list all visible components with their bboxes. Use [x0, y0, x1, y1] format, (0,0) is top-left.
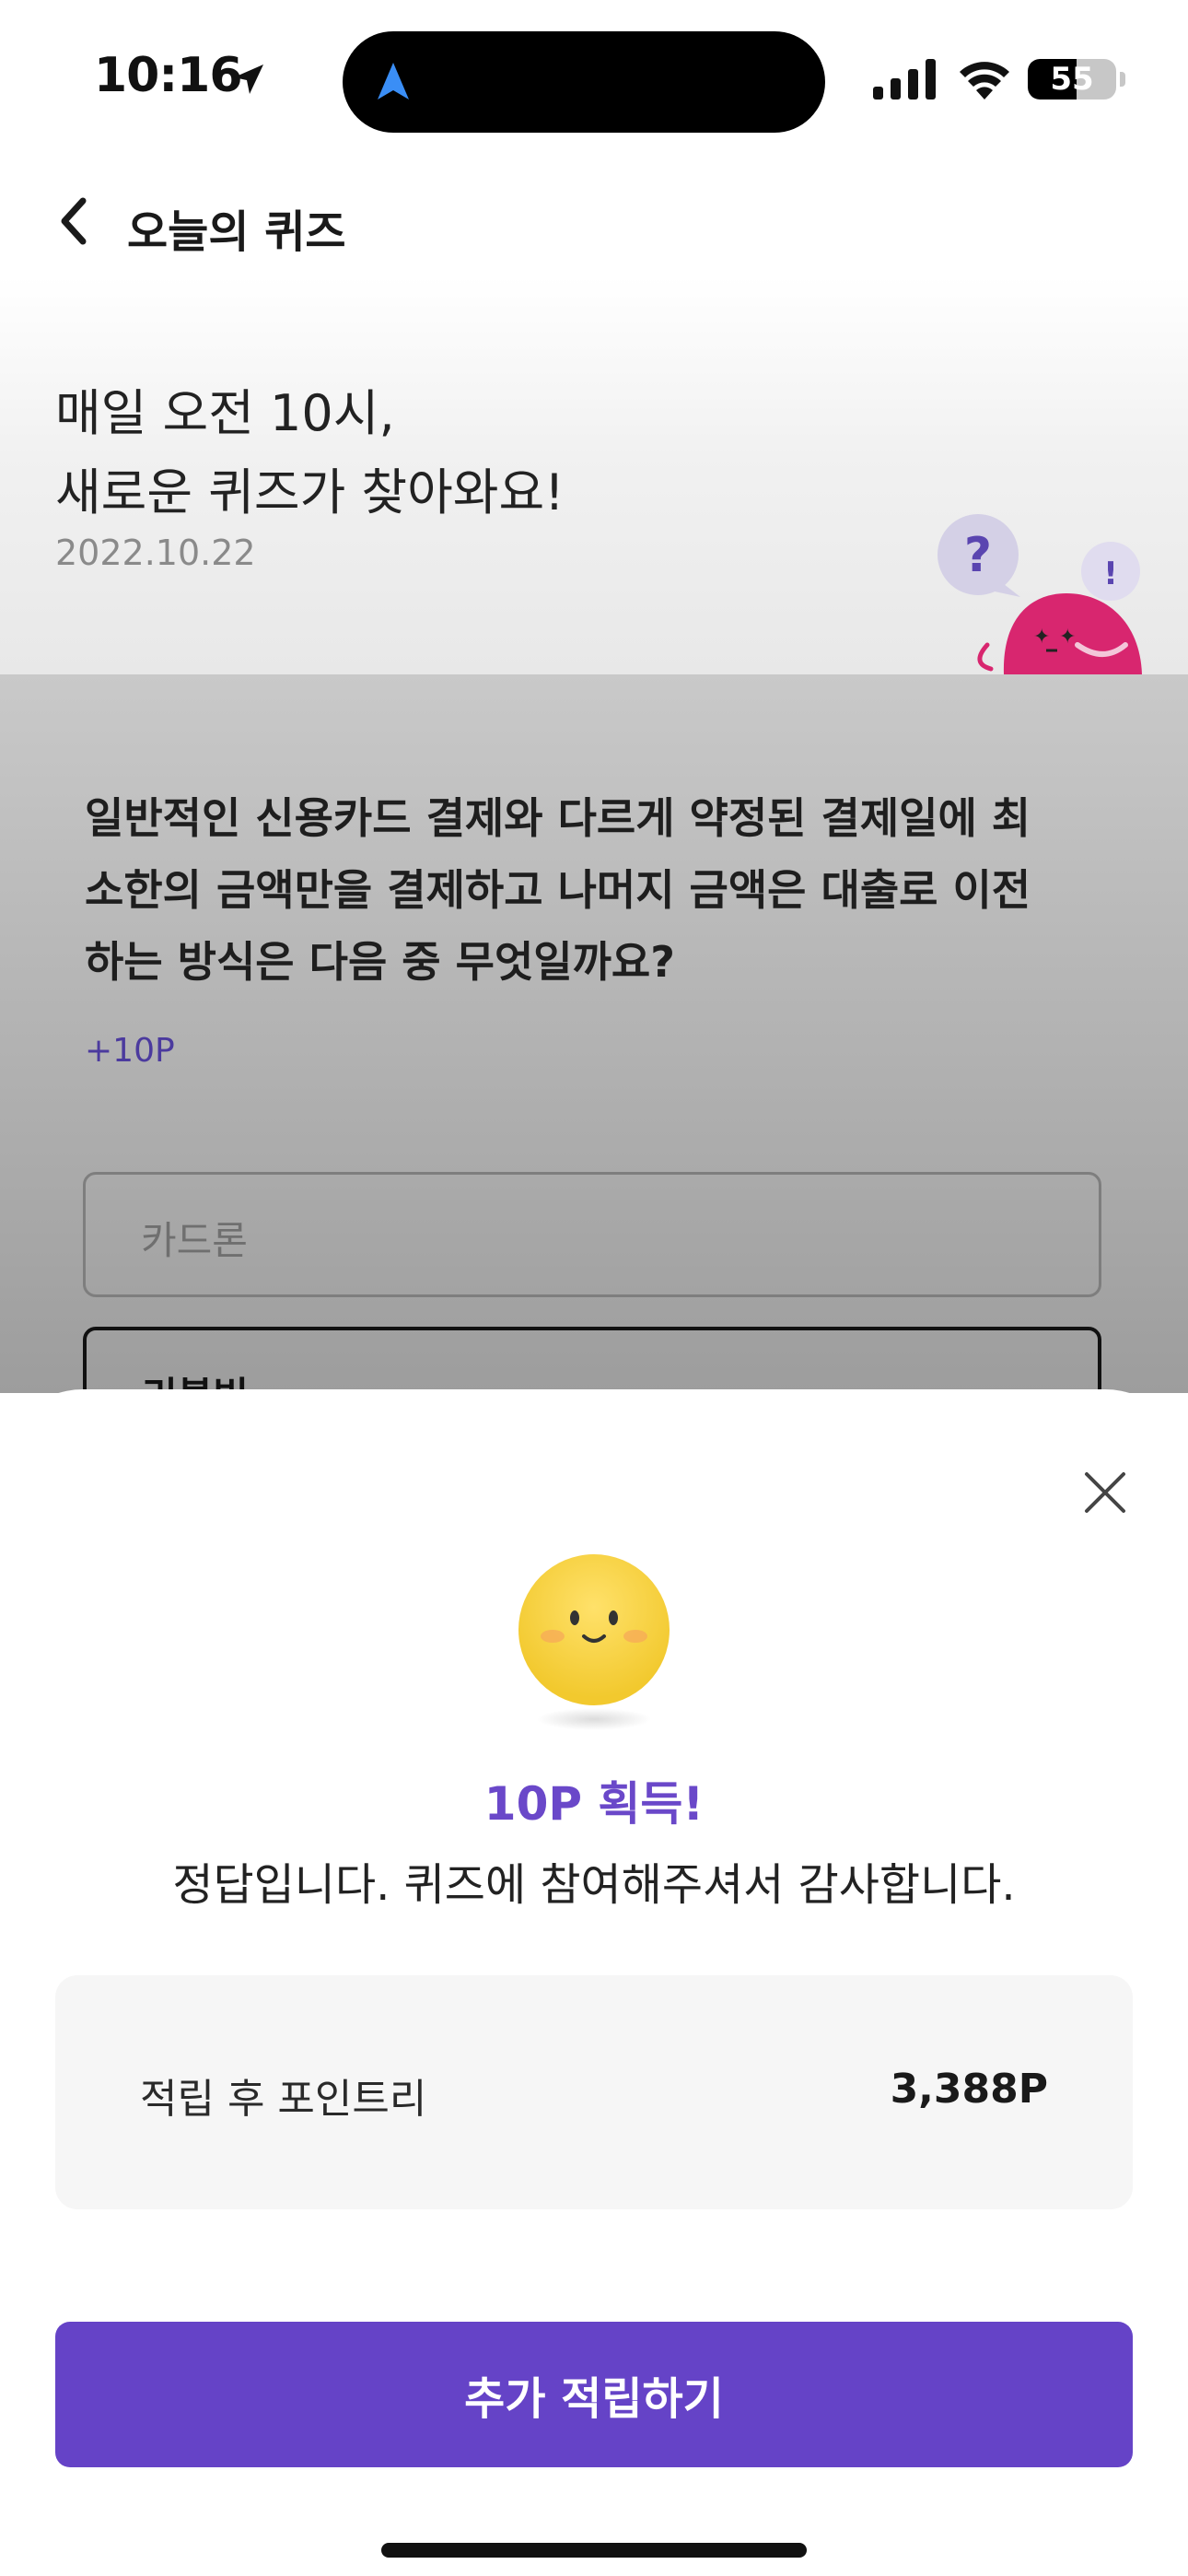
wifi-icon	[960, 62, 1009, 100]
points-summary-card: 적립 후 포인트리 3,388P	[55, 1975, 1133, 2209]
status-bar: 10:16 55	[0, 0, 1188, 147]
answer-option-card-loan[interactable]: 카드론	[83, 1172, 1101, 1297]
home-indicator[interactable]	[381, 2543, 807, 2558]
svg-text:✦: ✦	[1033, 626, 1050, 649]
points-value: 3,388P	[890, 2066, 1048, 2113]
battery-icon: 55	[1028, 59, 1116, 100]
location-arrow-icon	[234, 64, 263, 94]
nav-header: 오늘의 퀴즈	[0, 175, 1188, 267]
quiz-date: 2022.10.22	[55, 533, 256, 573]
question-line1: 일반적인 신용카드 결제와 다르게 약정된 결제일에 최	[85, 793, 1031, 843]
page-title: 오늘의 퀴즈	[127, 206, 346, 258]
smiley-icon	[518, 1554, 670, 1730]
hero-headline-line1: 매일 오전 10시,	[55, 384, 395, 442]
hero-headline-line2: 새로운 퀴즈가 찾아와요!	[55, 463, 565, 521]
svg-text:!: !	[1103, 556, 1118, 592]
reward-message: 정답입니다. 퀴즈에 참여해주셔서 감사합니다.	[172, 1859, 1016, 1911]
answer-option-label: 카드론	[141, 1218, 248, 1263]
back-button[interactable]	[48, 195, 99, 247]
close-icon[interactable]	[1076, 1463, 1135, 1522]
svg-text:✦: ✦	[1059, 626, 1076, 649]
quiz-question-area: 일반적인 신용카드 결제와 다르게 약정된 결제일에 최 소한의 금액만을 결제…	[0, 674, 1188, 1452]
battery-nub	[1120, 72, 1125, 87]
reward-title: 10P 획득!	[483, 1777, 705, 1831]
back-chevron-icon	[61, 197, 87, 245]
points-label: 적립 후 포인트리	[140, 2076, 427, 2123]
status-time: 10:16	[94, 48, 243, 103]
battery-percent: 55	[1050, 61, 1094, 98]
navigation-icon	[378, 63, 409, 100]
svg-text:?: ?	[964, 528, 992, 583]
question-points: +10P	[85, 1032, 175, 1070]
question-line3: 하는 방식은 다음 중 무엇일까요?	[85, 937, 675, 987]
signal-icon	[873, 59, 936, 100]
mascot-icon: ? ! ✦ ✦	[938, 514, 1142, 674]
question-line2: 소한의 금액만을 결제하고 나머지 금액은 대출로 이전	[85, 865, 1031, 915]
earn-more-button[interactable]: 추가 적립하기	[55, 2322, 1133, 2467]
hero-banner: 매일 오전 10시, 새로운 퀴즈가 찾아와요! 2022.10.22 ? ! …	[0, 276, 1188, 674]
result-bottom-sheet: 10P 획득! 정답입니다. 퀴즈에 참여해주셔서 감사합니다. 적립 후 포인…	[0, 1389, 1188, 2576]
